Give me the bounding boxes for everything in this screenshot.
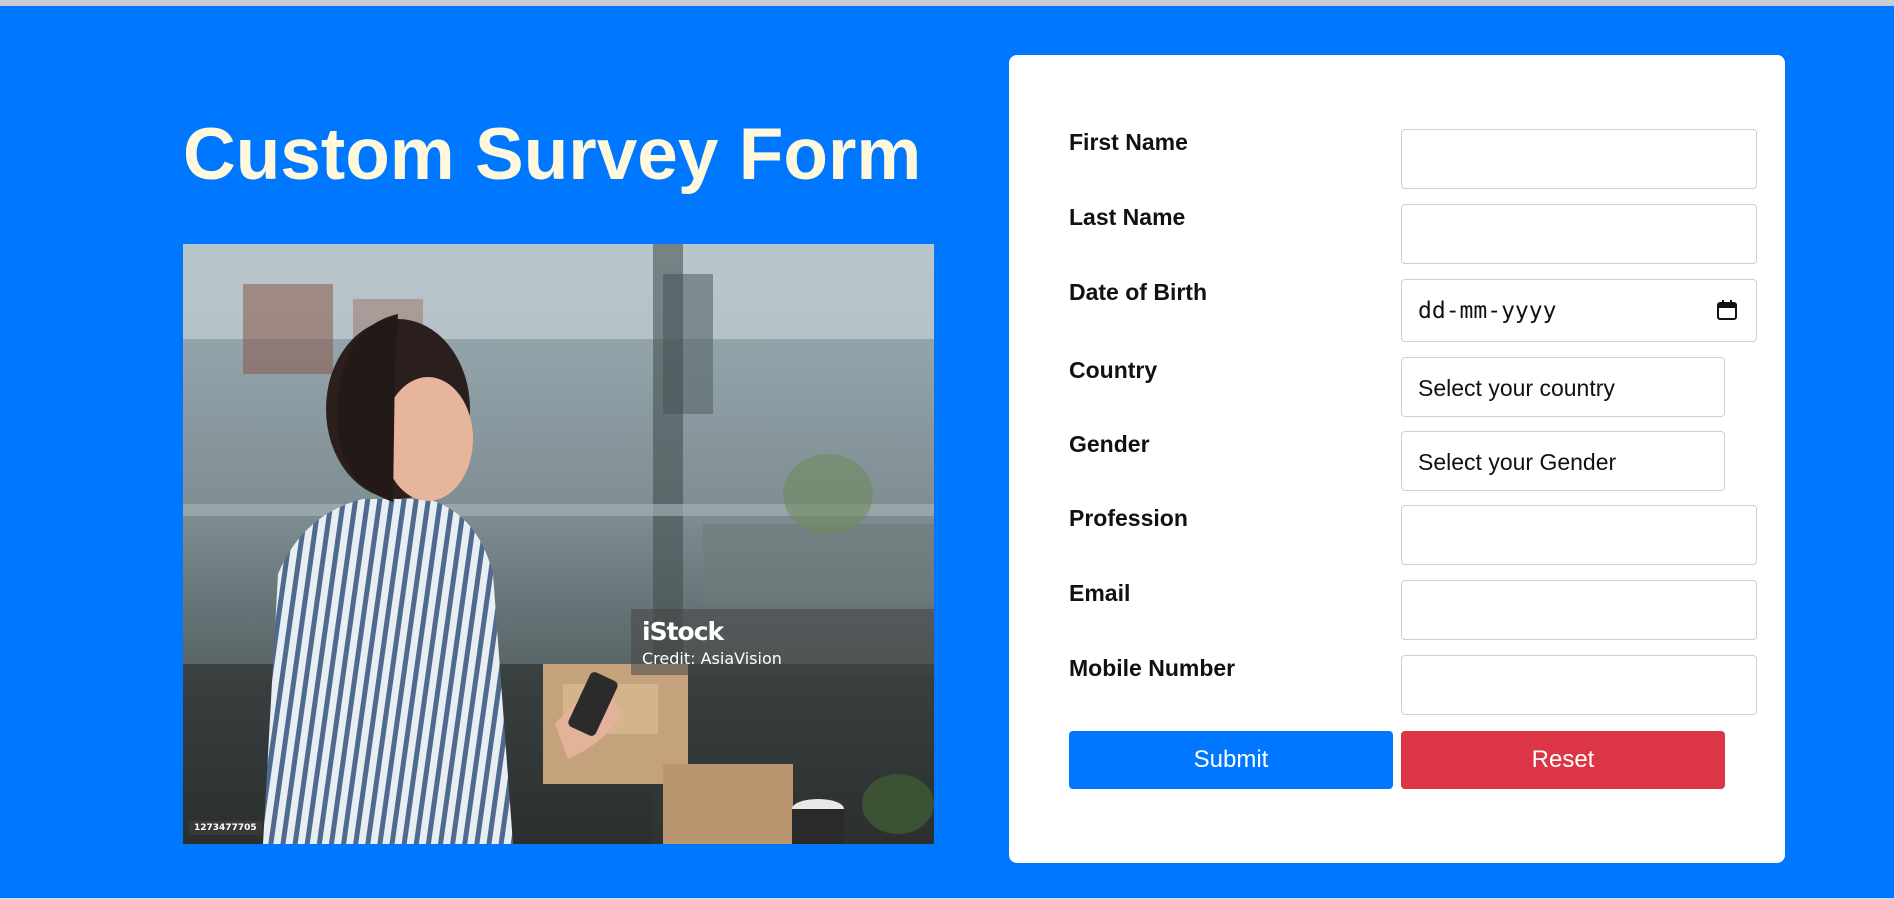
survey-page: Custom Survey Form iStock Credit: AsiaVi… [0, 6, 1894, 900]
profession-label: Profession [1069, 505, 1188, 531]
mobile-label: Mobile Number [1069, 655, 1236, 681]
last-name-input[interactable] [1401, 204, 1757, 264]
photo-watermark: iStock Credit: AsiaVision [631, 609, 934, 675]
first-name-input[interactable] [1401, 129, 1757, 189]
watermark-credit: Credit: AsiaVision [642, 649, 782, 668]
reset-button[interactable]: Reset [1401, 731, 1725, 789]
watermark-brand: iStock [642, 617, 724, 646]
hero-photo: iStock Credit: AsiaVision 1273477705 [183, 244, 934, 844]
country-select[interactable]: Select your country [1401, 357, 1725, 417]
dob-input[interactable]: dd-mm-yyyy [1401, 279, 1757, 342]
gender-select-value: Select your Gender [1418, 449, 1617, 475]
gender-select[interactable]: Select your Gender [1401, 431, 1725, 491]
country-select-value: Select your country [1418, 375, 1615, 401]
gender-label: Gender [1069, 431, 1150, 457]
page-title: Custom Survey Form [183, 114, 922, 195]
calendar-icon[interactable] [1716, 299, 1738, 321]
profession-input[interactable] [1401, 505, 1757, 565]
last-name-label: Last Name [1069, 204, 1186, 230]
email-input[interactable] [1401, 580, 1757, 640]
mobile-input[interactable] [1401, 655, 1757, 715]
country-label: Country [1069, 357, 1158, 383]
email-label: Email [1069, 580, 1131, 606]
photo-illustration [183, 244, 934, 844]
submit-button[interactable]: Submit [1069, 731, 1393, 789]
survey-form: First Name Last Name Date of Birth dd-mm… [1009, 55, 1785, 863]
photo-id-badge: 1273477705 [189, 821, 262, 835]
dob-placeholder: dd-mm-yyyy [1418, 298, 1557, 324]
first-name-label: First Name [1069, 129, 1188, 155]
dob-label: Date of Birth [1069, 279, 1207, 305]
